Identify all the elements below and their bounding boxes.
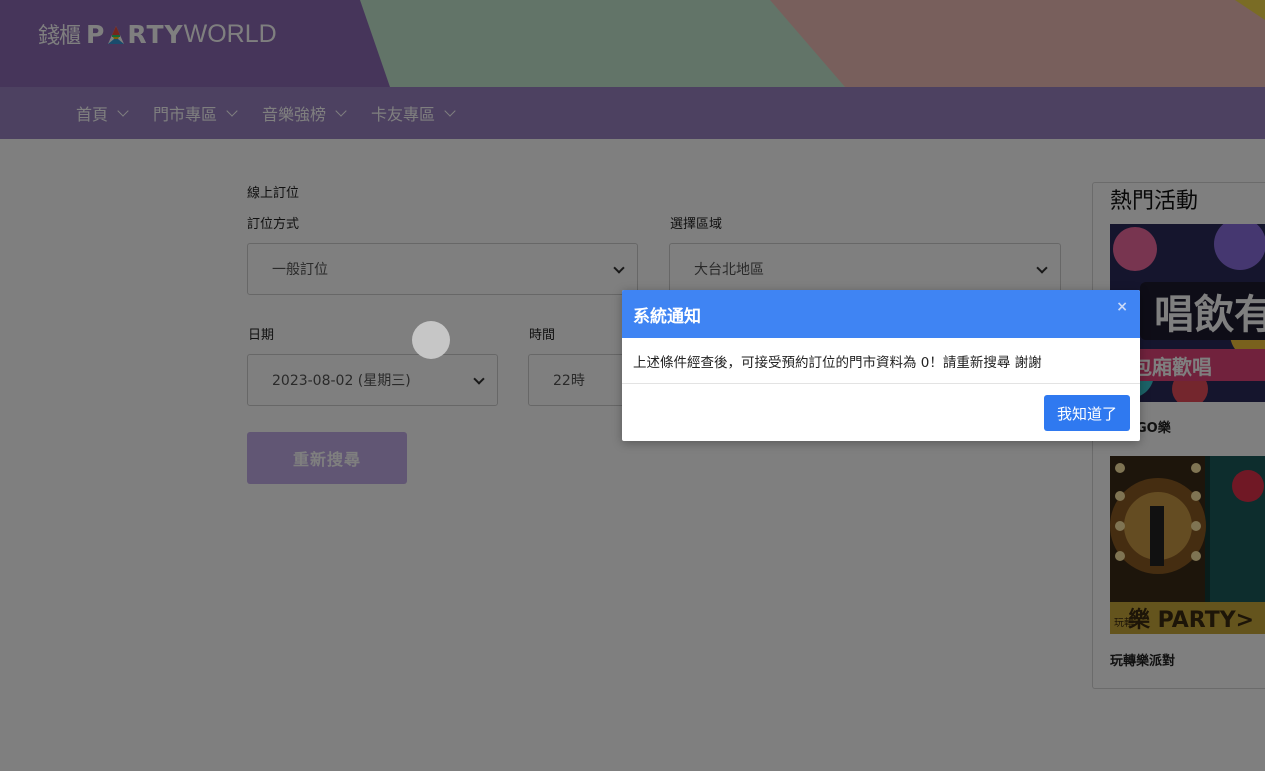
system-notice-dialog: 系統通知 × 上述條件經查後，可接受預約訂位的門市資料為 0！請重新搜尋 謝謝 … bbox=[622, 290, 1140, 441]
dialog-title: 系統通知 bbox=[633, 306, 701, 327]
dialog-message: 上述條件經查後，可接受預約訂位的門市資料為 0！請重新搜尋 謝謝 bbox=[633, 354, 1042, 371]
touch-cursor-indicator bbox=[412, 321, 450, 359]
dialog-header: 系統通知 × bbox=[622, 290, 1140, 338]
acknowledge-button[interactable]: 我知道了 bbox=[1044, 395, 1130, 431]
dialog-body: 上述條件經查後，可接受預約訂位的門市資料為 0！請重新搜尋 謝謝 bbox=[622, 338, 1140, 384]
close-icon[interactable]: × bbox=[1116, 299, 1128, 315]
dialog-footer: 我知道了 bbox=[622, 384, 1140, 441]
